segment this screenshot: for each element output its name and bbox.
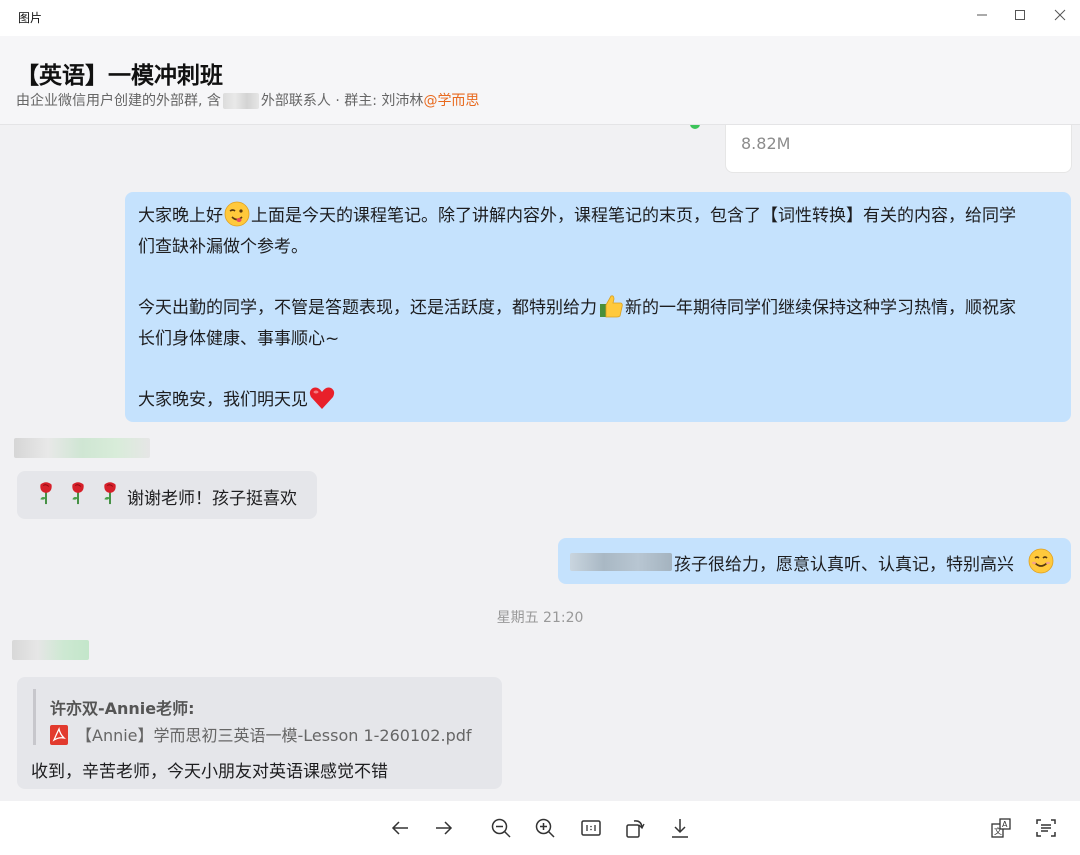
parent-thanks-message[interactable]: 谢谢老师！孩子挺喜欢 <box>17 471 317 519</box>
download-icon <box>672 819 688 838</box>
rotate-button[interactable] <box>622 815 648 841</box>
image-viewer-toolbar: 文A <box>0 801 1080 855</box>
svg-text:A: A <box>1002 820 1008 829</box>
text-extract-button[interactable] <box>1033 815 1059 841</box>
group-description: 由企业微信用户创建的外部群, 含 外部联系人 · 群主: 刘沛林@学而思 <box>16 90 479 110</box>
message-text: 上面是今天的课程笔记。除了讲解内容外，课程笔记的末页，包含了【词性转换】有关的内… <box>251 206 1016 226</box>
owner-org: @学而思 <box>423 93 480 109</box>
message-text: 长们身体健康、事事顺心~ <box>138 329 340 349</box>
rose-emoji-group <box>33 480 123 508</box>
previous-button[interactable] <box>387 815 413 841</box>
quote-reply-message[interactable]: 许亦双-Annie老师: 【Annie】学而思初三英语一模-Lesson 1-2… <box>17 677 502 789</box>
group-description-suffix: 外部联系人 · 群主: 刘沛林 <box>260 93 424 109</box>
translate-button[interactable]: 文A <box>988 815 1014 841</box>
minimize-icon <box>977 14 987 16</box>
message-text: 孩子很给力，愿意认真听、认真记，特别高兴 <box>674 555 1014 575</box>
quoted-message[interactable]: 许亦双-Annie老师: 【Annie】学而思初三英语一模-Lesson 1-2… <box>33 689 476 745</box>
message-text: 大家晚上好 <box>138 206 223 226</box>
teacher-reply-message[interactable]: 孩子很给力，愿意认真听、认真记，特别高兴 <box>558 538 1071 584</box>
message-line: 们查缺补漏做个参考。 <box>138 232 1058 263</box>
maximize-icon <box>1015 10 1025 20</box>
zoom-in-button[interactable] <box>532 815 558 841</box>
minimize-button[interactable] <box>967 4 997 26</box>
quoted-file[interactable]: 【Annie】学而思初三英语一模-Lesson 1-260102.pdf <box>50 722 472 747</box>
group-name[interactable]: 【英语】一模冲刺班 <box>16 56 223 90</box>
message-text: 今天出勤的同学，不管是答题表现，还是活跃度，都特别给力 <box>138 298 597 318</box>
message-timestamp: 星期五 21:20 <box>496 610 584 626</box>
window-title-bar: 图片 <box>0 0 1080 36</box>
message-text: 大家晚安，我们明天见 <box>138 390 308 410</box>
next-button[interactable] <box>431 815 457 841</box>
close-button[interactable] <box>1045 4 1075 26</box>
zoom-out-icon <box>491 818 511 838</box>
chat-area[interactable]: 8.82M 大家晚上好 上面是今天的课程笔记。除了讲解内容外，课程笔记的末页，包含… <box>0 125 1080 801</box>
download-button[interactable] <box>667 815 693 841</box>
translate-icon: 文A <box>991 818 1011 838</box>
mention-redacted <box>570 553 672 571</box>
status-dot <box>690 125 700 129</box>
thumbs-up-emoji-icon <box>600 295 623 318</box>
message-text: 新的一年期待同学们继续保持这种学习热情，顺祝家 <box>625 298 1016 318</box>
zoom-in-icon <box>535 818 555 838</box>
message-text: 收到，辛苦老师，今天小朋友对英语课感觉不错 <box>31 762 388 782</box>
quoted-sender: 许亦双-Annie老师: <box>50 699 195 718</box>
actual-size-button[interactable] <box>578 815 604 841</box>
message-line: 大家晚上好 上面是今天的课程笔记。除了讲解内容外，课程笔记的末页，包含了【词性转换… <box>138 201 1058 232</box>
heart-emoji-icon <box>309 387 335 409</box>
pdf-icon <box>50 724 68 745</box>
smile-emoji-icon <box>1028 548 1054 574</box>
sender-name-redacted <box>14 438 150 458</box>
quoted-file-name: 【Annie】学而思初三英语一模-Lesson 1-260102.pdf <box>76 726 472 745</box>
file-size: 8.82M <box>741 134 791 153</box>
actual-size-icon <box>581 820 601 836</box>
group-description-prefix: 由企业微信用户创建的外部群, 含 <box>16 93 221 109</box>
redacted-count <box>222 93 259 109</box>
rose-icon <box>40 482 52 505</box>
sender-name-redacted <box>12 640 89 660</box>
file-message-card[interactable]: 8.82M <box>725 125 1072 173</box>
close-icon <box>1054 9 1066 21</box>
window-title: 图片 <box>18 11 43 25</box>
message-line: 长们身体健康、事事顺心~ <box>138 324 1058 355</box>
rose-icon <box>72 482 84 505</box>
rotate-icon <box>626 820 645 838</box>
zoom-out-button[interactable] <box>488 815 514 841</box>
rose-icon <box>104 482 116 505</box>
message-line: 今天出勤的同学，不管是答题表现，还是活跃度，都特别给力 新的一年期待同学们继续保持… <box>138 293 1058 324</box>
group-header: 【英语】一模冲刺班 由企业微信用户创建的外部群, 含 外部联系人 · 群主: 刘沛… <box>0 36 1080 125</box>
message-line: 大家晚安，我们明天见 <box>138 385 1058 416</box>
teacher-note-message[interactable]: 大家晚上好 上面是今天的课程笔记。除了讲解内容外，课程笔记的末页，包含了【词性转换… <box>125 192 1071 422</box>
maximize-button[interactable] <box>1005 4 1035 26</box>
next-icon <box>436 821 453 835</box>
previous-icon <box>391 821 408 835</box>
message-text: 谢谢老师！孩子挺喜欢 <box>127 489 297 509</box>
wink-emoji-icon <box>224 201 250 227</box>
message-text: 们查缺补漏做个参考。 <box>138 237 308 257</box>
text-extract-icon <box>1036 819 1056 837</box>
